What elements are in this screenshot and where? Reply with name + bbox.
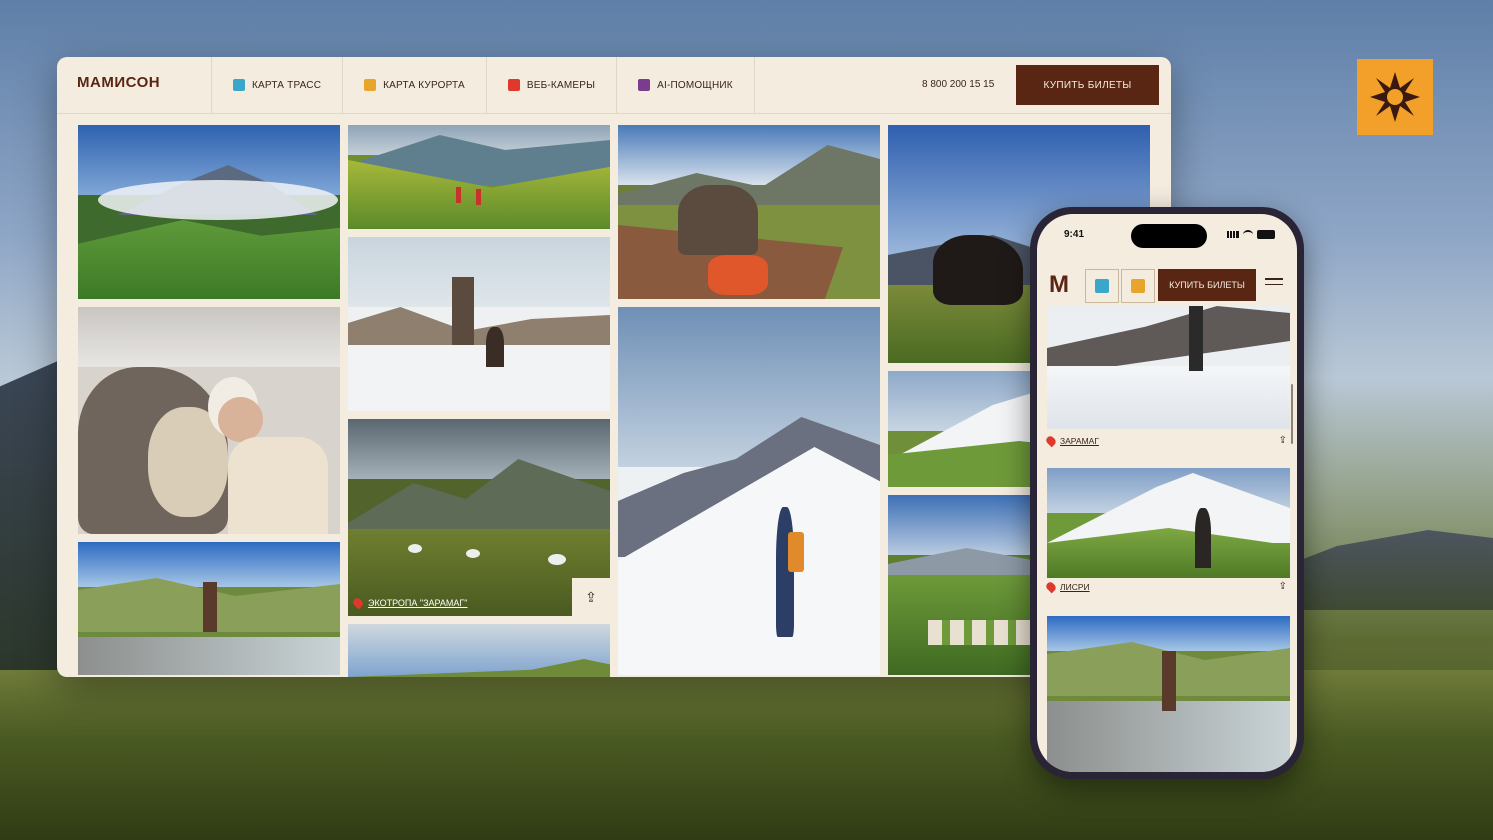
status-time: 9:41 [1064,229,1085,240]
phone-mockup: 9:41 M КУПИТЬ БИЛЕТЫ ЗАРАМАГ ⇪ ЛИСРИ ⇪ [1030,207,1304,779]
mobile-photo-hiker-river[interactable] [1047,616,1290,772]
photo-caption[interactable]: ЭКОТРОПА "ЗАРАМАГ" [351,596,468,610]
gallery-photo-sheep-valley[interactable]: ЭКОТРОПА "ЗАРАМАГ" ⇪ [348,419,610,616]
mobile-resort-map-button[interactable] [1121,269,1155,303]
nav-item-label: КАРТА ТРАСС [252,79,322,91]
mobile-buy-tickets-button[interactable]: КУПИТЬ БИЛЕТЫ [1158,269,1256,301]
share-button[interactable]: ⇪ [572,578,610,616]
signal-icon [1227,231,1239,238]
skier-icon [1095,279,1109,293]
phone-number-link[interactable]: 8 800 200 15 15 [922,79,994,90]
sun-emblem-icon [1370,72,1420,122]
share-icon: ⇪ [585,588,597,605]
gallery-photo-green-valley[interactable] [348,125,610,229]
map-icon [1131,279,1145,293]
gallery-photo-hiker-river[interactable] [78,542,340,675]
mobile-photo-lisri[interactable] [1047,468,1290,578]
gallery-photo-hiker-snow-peak[interactable] [618,307,880,675]
photo-caption-text: ЭКОТРОПА "ЗАРАМАГ" [368,598,468,608]
main-nav: КАРТА ТРАСС КАРТА КУРОРТА ВЕБ-КАМЕРЫ AI-… [211,57,755,113]
desktop-header: МАМИСОН КАРТА ТРАСС КАРТА КУРОРТА ВЕБ-КА… [57,57,1171,114]
nav-item-trail-map[interactable]: КАРТА ТРАСС [211,57,342,113]
gallery-photo-woman-with-yak[interactable] [78,307,340,534]
share-icon[interactable]: ⇪ [1279,581,1287,592]
map-icon [364,79,377,91]
location-pin-icon [351,596,365,610]
nav-item-label: AI-ПОМОЩНИК [657,79,733,91]
mobile-card-location-label[interactable]: ЛИСРИ [1044,580,1090,594]
mobile-logo[interactable]: M [1049,272,1075,298]
gallery-photo-sky-partial[interactable] [348,624,610,677]
buy-tickets-button[interactable]: КУПИТЬ БИЛЕТЫ [1016,65,1159,105]
mobile-photo-zaramag[interactable] [1047,306,1290,429]
skier-icon [233,79,245,91]
location-pin-icon [1044,580,1058,594]
phone-screen: 9:41 M КУПИТЬ БИЛЕТЫ ЗАРАМАГ ⇪ ЛИСРИ ⇪ [1037,214,1297,772]
mobile-card-label-text: ЗАРАМАГ [1060,436,1099,446]
mobile-header: M КУПИТЬ БИЛЕТЫ [1037,266,1297,304]
site-logo[interactable]: МАМИСОН [77,74,160,91]
nav-item-webcams[interactable]: ВЕБ-КАМЕРЫ [485,57,616,113]
status-icons [1227,230,1275,239]
nav-item-label: ВЕБ-КАМЕРЫ [526,79,596,91]
assistant-icon [638,79,651,91]
share-icon[interactable]: ⇪ [1279,435,1287,446]
mobile-trail-map-button[interactable] [1085,269,1119,303]
gallery-photo-mountain-clouds[interactable] [78,125,340,299]
hamburger-menu-icon[interactable] [1265,278,1283,292]
mobile-card-location-label[interactable]: ЗАРАМАГ [1044,434,1099,448]
mobile-card-label-text: ЛИСРИ [1060,582,1090,592]
wifi-icon [1243,230,1253,239]
nav-item-label: КАРТА КУРОРТА [383,79,465,91]
battery-icon [1257,230,1275,239]
location-pin-icon [1044,434,1058,448]
desktop-window: МАМИСОН КАРТА ТРАСС КАРТА КУРОРТА ВЕБ-КА… [57,57,1171,677]
mobile-scrollbar[interactable] [1291,384,1293,444]
nav-item-resort-map[interactable]: КАРТА КУРОРТА [342,57,486,113]
dynamic-island [1131,224,1207,248]
gallery-photo-tower-snow[interactable] [348,237,610,411]
camera-icon [507,79,520,91]
nav-item-ai-assistant[interactable]: AI-ПОМОЩНИК [616,57,755,113]
gallery-photo-picnic-deck[interactable] [618,125,880,299]
brand-badge [1357,59,1433,135]
